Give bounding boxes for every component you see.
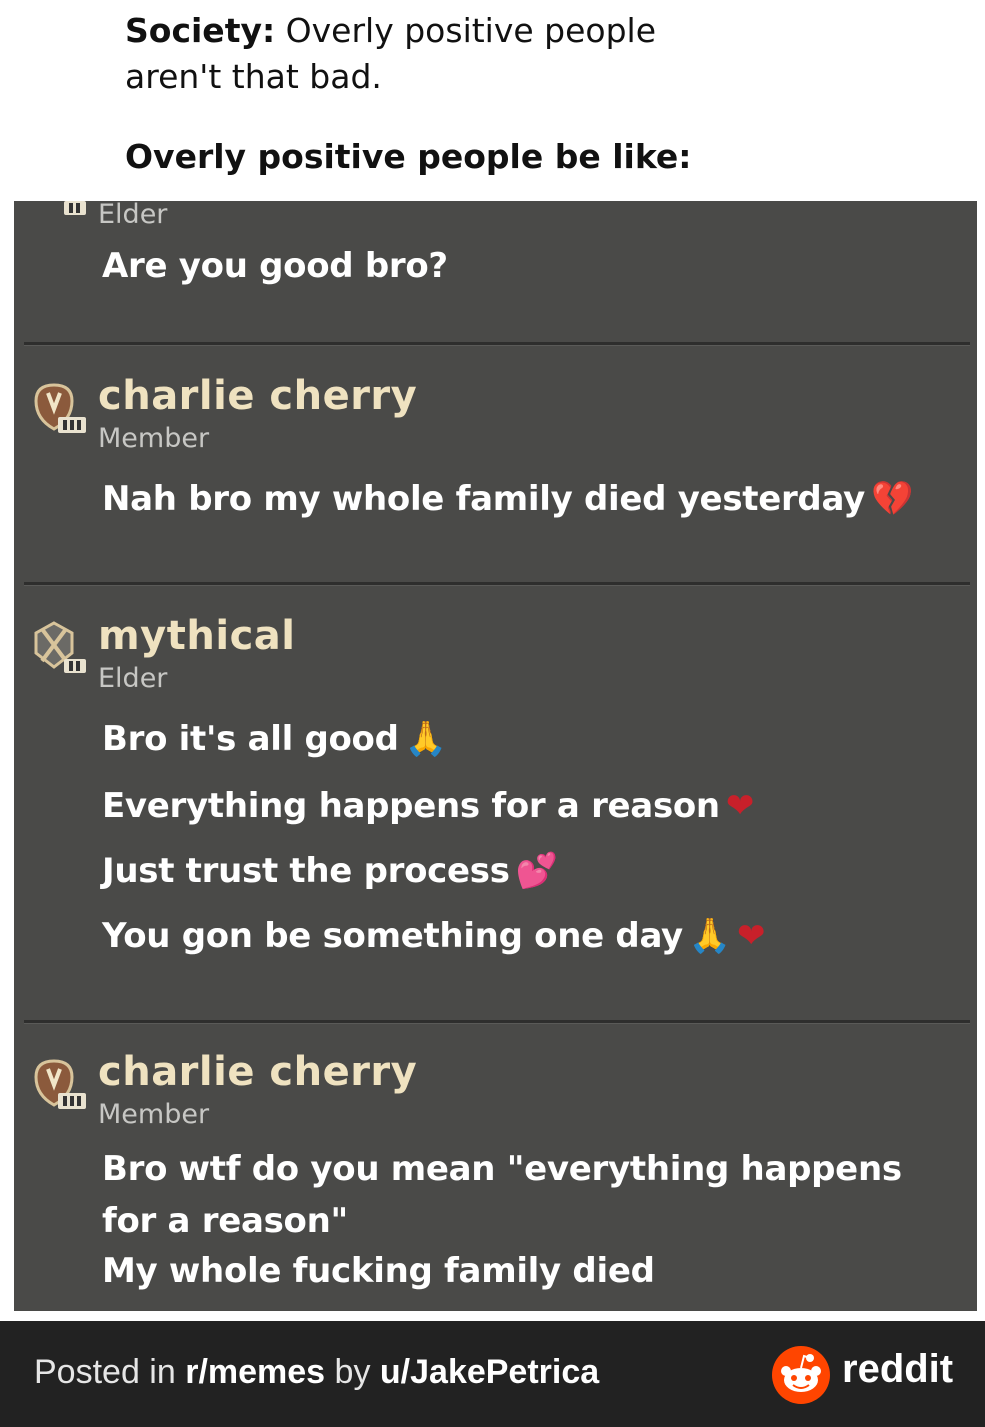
post-2-message-1-text: Bro it's all good	[102, 719, 399, 759]
broken-heart-emoji-icon: 💔	[870, 479, 913, 519]
praying-hands-emoji-icon: 🙏	[688, 916, 731, 956]
clan-chat-screenshot: Elder Are you good bro? charlie cherry M…	[14, 201, 977, 1311]
post-2-message-2-text: Everything happens for a reason	[102, 786, 720, 826]
post-2-role: Elder	[98, 663, 168, 694]
praying-hands-emoji-icon: 🙏	[404, 719, 447, 759]
post-3-message-1: Bro wtf do you mean "everything happens	[102, 1149, 902, 1189]
message-divider	[24, 1020, 970, 1024]
elder-badge-icon	[64, 201, 86, 215]
by-label: by	[325, 1353, 380, 1391]
post-1-author: charlie cherry	[98, 373, 418, 419]
caption-society-label: Society:	[125, 11, 276, 50]
meme-caption: Society: Overly positive people aren't t…	[125, 8, 745, 180]
reddit-snoo-icon	[772, 1346, 830, 1404]
sparkling-heart-emoji-icon: 💕	[515, 851, 558, 891]
heart-emoji-icon: ❤	[725, 786, 755, 826]
reddit-wordmark: reddit	[842, 1347, 954, 1391]
message-divider	[24, 582, 970, 586]
top-fragment-message: Are you good bro?	[102, 246, 448, 286]
post-2-author: mythical	[98, 613, 296, 659]
post-2-message-2: Everything happens for a reason ❤	[102, 786, 754, 826]
post-3-author: charlie cherry	[98, 1049, 418, 1095]
post-3-role: Member	[98, 1099, 210, 1130]
subreddit-link[interactable]: r/memes	[185, 1353, 325, 1391]
caption-punchline: Overly positive people be like:	[125, 137, 692, 176]
elder-badge-icon	[34, 621, 86, 673]
post-3-message-3: My whole fucking family died	[102, 1251, 655, 1291]
post-1-message-1: Nah bro my whole family died yesterday 💔	[102, 479, 913, 519]
member-badge-icon	[34, 383, 86, 433]
post-2-message-1: Bro it's all good 🙏	[102, 719, 447, 759]
post-3-message-2: for a reason"	[102, 1201, 348, 1241]
top-fragment-role: Elder	[98, 201, 168, 230]
posted-in-label: Posted in	[34, 1353, 186, 1391]
heart-emoji-icon: ❤	[736, 916, 766, 956]
reddit-footer-bar: Posted in r/memes by u/JakePetrica reddi…	[0, 1321, 985, 1427]
post-2-message-3-text: Just trust the process	[102, 851, 510, 891]
post-attribution: Posted in r/memes by u/JakePetrica	[34, 1353, 599, 1392]
user-link[interactable]: u/JakePetrica	[380, 1353, 599, 1391]
post-1-message-1-text: Nah bro my whole family died yesterday	[102, 479, 865, 519]
post-2-message-4-text: You gon be something one day	[102, 916, 683, 956]
post-1-role: Member	[98, 423, 210, 454]
member-badge-icon	[34, 1059, 86, 1109]
caption-society-line: Society: Overly positive people aren't t…	[125, 8, 745, 100]
message-divider	[24, 342, 970, 346]
post-2-message-4: You gon be something one day 🙏 ❤	[102, 916, 765, 956]
post-2-message-3: Just trust the process 💕	[102, 851, 558, 891]
